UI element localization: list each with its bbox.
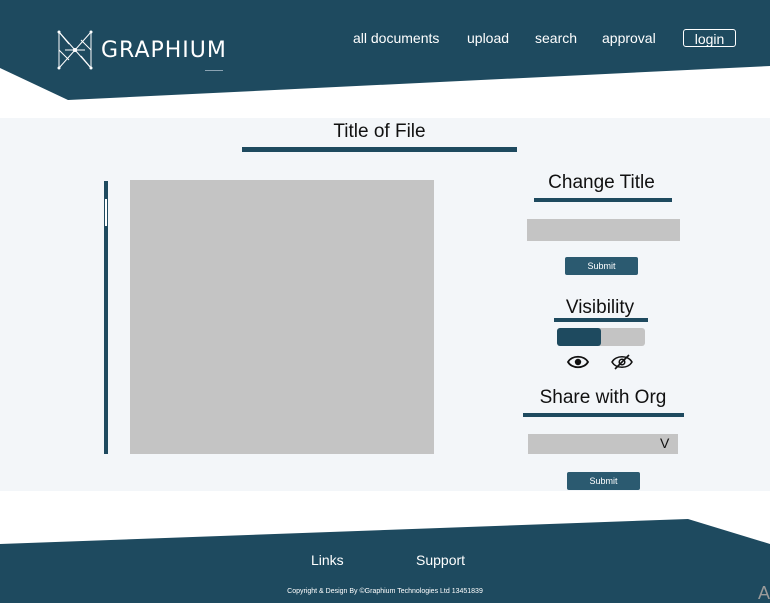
top-navigation: all documents upload search approval	[0, 30, 770, 50]
nav-approval[interactable]: approval	[602, 30, 656, 46]
share-submit-button[interactable]: Submit	[567, 472, 640, 490]
visibility-underline	[554, 318, 648, 322]
document-preview	[130, 180, 434, 454]
nav-upload[interactable]: upload	[467, 30, 509, 46]
share-with-org-heading: Share with Org	[539, 387, 667, 408]
change-title-input[interactable]	[527, 219, 680, 241]
eye-icon[interactable]	[567, 354, 589, 370]
login-button[interactable]: login	[683, 29, 736, 47]
logo-underline	[205, 70, 223, 71]
preview-scroll-thumb[interactable]	[104, 198, 108, 227]
change-title-submit-button[interactable]: Submit	[565, 257, 638, 275]
nav-search[interactable]: search	[535, 30, 577, 46]
eye-off-icon[interactable]	[611, 354, 633, 370]
file-title-underline	[242, 147, 517, 152]
change-title-underline	[534, 198, 672, 202]
file-title: Title of File	[333, 121, 426, 142]
change-title-heading: Change Title	[548, 172, 655, 193]
footer-support-link[interactable]: Support	[416, 552, 465, 568]
share-with-org-underline	[523, 413, 684, 417]
corner-glyph: A	[758, 583, 770, 603]
copyright-text: Copyright & Design By ©Graphium Technolo…	[287, 588, 483, 595]
visibility-toggle-knob[interactable]	[557, 328, 601, 346]
nav-all-documents[interactable]: all documents	[353, 30, 439, 46]
visibility-heading: Visibility	[565, 297, 635, 318]
organization-select[interactable]	[528, 434, 678, 454]
select-caret-icon[interactable]: V	[660, 435, 669, 451]
footer-links-link[interactable]: Links	[311, 552, 344, 568]
